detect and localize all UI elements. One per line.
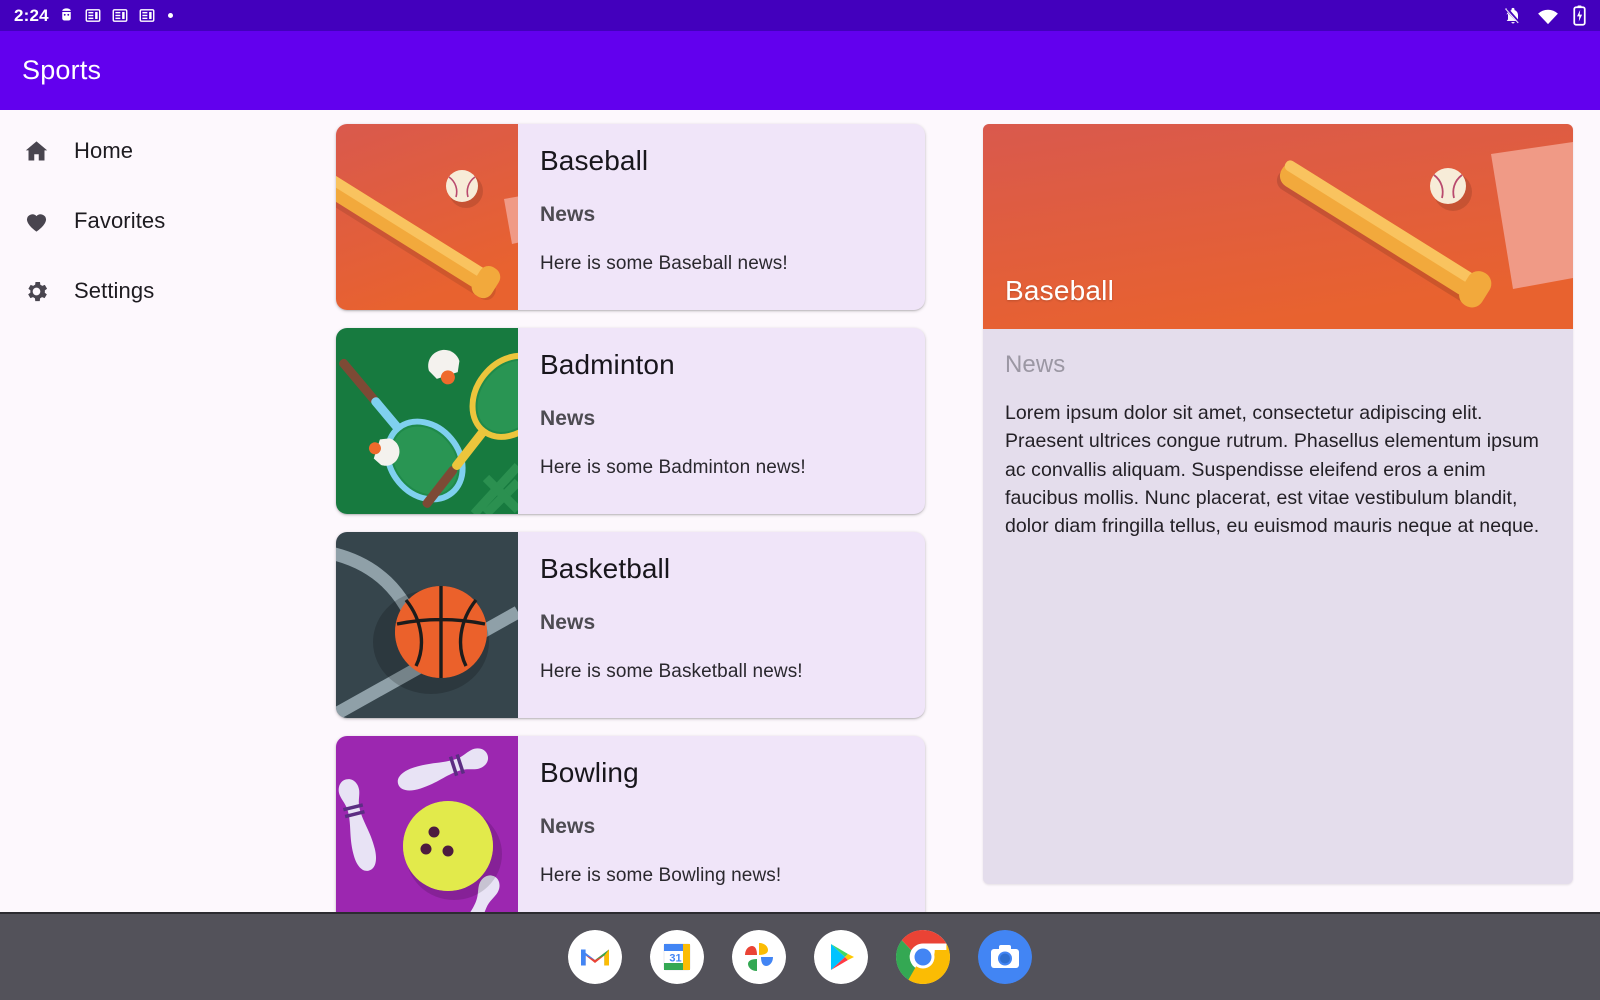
list-item-body: Here is some Baseball news! bbox=[540, 253, 907, 275]
list-item-text: Badminton News Here is some Badminton ne… bbox=[518, 328, 925, 514]
list-item-title: Basketball bbox=[540, 554, 907, 585]
list-item-subtitle: News bbox=[540, 611, 907, 635]
baseball-illustration bbox=[336, 124, 518, 310]
list-item[interactable]: Basketball News Here is some Basketball … bbox=[336, 532, 925, 718]
wifi-icon bbox=[1537, 7, 1559, 25]
list-item[interactable]: Baseball News Here is some Baseball news… bbox=[336, 124, 925, 310]
notifications-muted-icon bbox=[1503, 6, 1523, 26]
list-item-body: Here is some Bowling news! bbox=[540, 865, 907, 887]
gmail-app-icon[interactable] bbox=[568, 930, 622, 984]
list-item-text: Bowling News Here is some Bowling news! bbox=[518, 736, 925, 912]
news-list[interactable]: Baseball News Here is some Baseball news… bbox=[330, 110, 955, 912]
detail-pane: Baseball News Lorem ipsum dolor sit amet… bbox=[955, 110, 1600, 912]
battery-charging-icon bbox=[1573, 5, 1586, 26]
navigation-sidebar: Home Favorites Settings bbox=[0, 110, 330, 912]
detail-subtitle: News bbox=[983, 329, 1573, 379]
list-item-body: Here is some Badminton news! bbox=[540, 457, 907, 479]
app-root: 2:24 bbox=[0, 0, 1600, 1000]
chrome-app-icon[interactable] bbox=[896, 930, 950, 984]
list-item[interactable]: Badminton News Here is some Badminton ne… bbox=[336, 328, 925, 514]
baseball-illustration: Baseball bbox=[983, 124, 1573, 329]
sidebar-item-favorites[interactable]: Favorites bbox=[0, 194, 330, 248]
sidebar-item-settings-label: Settings bbox=[74, 278, 154, 304]
status-bar-right bbox=[1503, 5, 1586, 26]
sidebar-item-home[interactable]: Home bbox=[0, 124, 330, 178]
list-item-body: Here is some Basketball news! bbox=[540, 661, 907, 683]
status-bar: 2:24 bbox=[0, 0, 1600, 31]
photos-app-icon[interactable] bbox=[732, 930, 786, 984]
heart-icon bbox=[22, 207, 50, 235]
taskbar: 31 bbox=[0, 912, 1600, 1000]
notification-card-icon bbox=[138, 7, 156, 24]
camera-app-icon[interactable] bbox=[978, 930, 1032, 984]
basketball-illustration bbox=[336, 532, 518, 718]
notification-card-icon bbox=[84, 7, 102, 24]
list-item-subtitle: News bbox=[540, 407, 907, 431]
svg-text:31: 31 bbox=[669, 952, 681, 964]
detail-title: Baseball bbox=[1005, 275, 1114, 307]
sidebar-item-settings[interactable]: Settings bbox=[0, 264, 330, 318]
home-icon bbox=[22, 137, 50, 165]
list-item-text: Basketball News Here is some Basketball … bbox=[518, 532, 925, 718]
bowling-illustration bbox=[336, 736, 518, 912]
status-bar-left: 2:24 bbox=[14, 6, 173, 26]
list-item[interactable]: Bowling News Here is some Bowling news! bbox=[336, 736, 925, 912]
list-item-subtitle: News bbox=[540, 815, 907, 839]
list-item-title: Badminton bbox=[540, 350, 907, 381]
list-item-title: Bowling bbox=[540, 758, 907, 789]
badminton-illustration bbox=[336, 328, 518, 514]
sidebar-item-home-label: Home bbox=[74, 138, 133, 164]
notification-card-icon bbox=[111, 7, 129, 24]
list-item-title: Baseball bbox=[540, 146, 907, 177]
status-clock: 2:24 bbox=[14, 6, 49, 26]
page-title: Sports bbox=[22, 55, 101, 86]
play-store-app-icon[interactable] bbox=[814, 930, 868, 984]
gear-icon bbox=[22, 277, 50, 305]
list-item-text: Baseball News Here is some Baseball news… bbox=[518, 124, 925, 310]
app-bar: Sports bbox=[0, 31, 1600, 110]
detail-card: Baseball News Lorem ipsum dolor sit amet… bbox=[983, 124, 1573, 884]
more-dot-icon bbox=[168, 13, 173, 18]
sidebar-item-favorites-label: Favorites bbox=[74, 208, 165, 234]
android-debug-icon bbox=[58, 7, 75, 24]
list-item-subtitle: News bbox=[540, 203, 907, 227]
calendar-app-icon[interactable]: 31 bbox=[650, 930, 704, 984]
detail-body: Lorem ipsum dolor sit amet, consectetur … bbox=[983, 379, 1573, 540]
main-content: Home Favorites Settings bbox=[0, 110, 1600, 912]
